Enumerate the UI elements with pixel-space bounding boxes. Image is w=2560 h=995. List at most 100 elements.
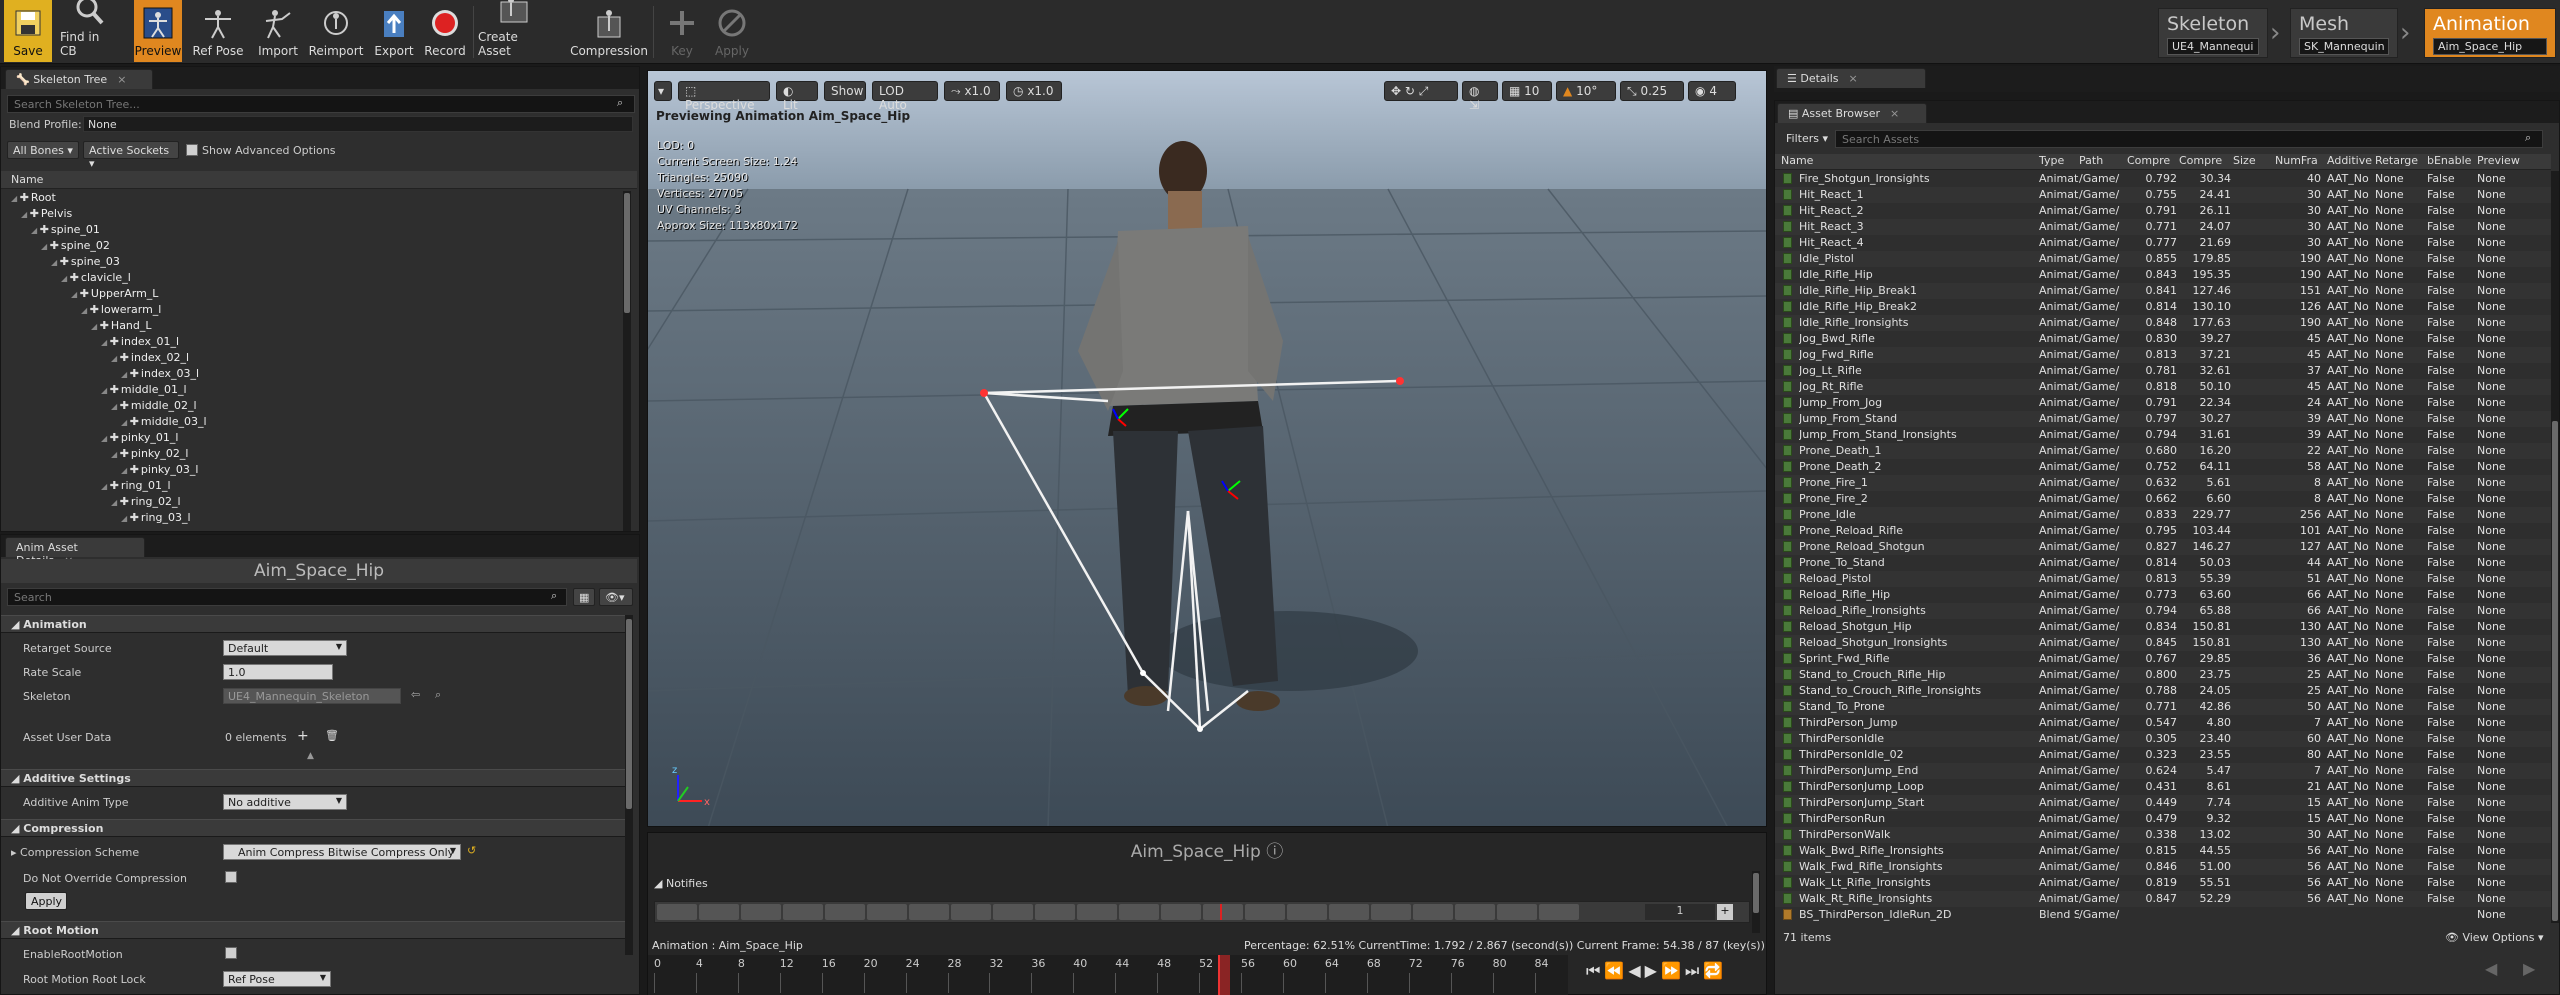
asset-row[interactable]: Hit_React_1 Animat/Game/0.755 24.41 30 AAT_N… <box>1775 187 2551 203</box>
notify-cell[interactable] <box>867 904 907 920</box>
notify-cell[interactable] <box>1035 904 1075 920</box>
mode-animation[interactable]: Animation Aim_Space_Hip <box>2424 8 2556 58</box>
bone-item[interactable]: ◢ ✚ pinky_02_l <box>111 447 188 460</box>
asset-row[interactable]: Prone_Death_2 Animat/Game/0.752 64.11 58 AAT… <box>1775 459 2551 475</box>
asset-row[interactable]: Hit_React_4 Animat/Game/0.777 21.69 30 AAT_N… <box>1775 235 2551 251</box>
expand-arrow-icon[interactable]: ◢ <box>91 322 100 331</box>
details-search-input[interactable]: Search <box>7 588 567 606</box>
retarget-source-dropdown[interactable]: Default <box>223 640 347 656</box>
skeleton-asset-picker[interactable]: UE4_Mannequi <box>2167 38 2259 55</box>
bone-item[interactable]: ◢ ✚ ring_03_l <box>121 511 191 524</box>
expand-arrow-icon[interactable]: ◢ <box>101 386 110 395</box>
asset-row[interactable]: Prone_Fire_2 Animat/Game/0.662 6.60 8 AAT_No… <box>1775 491 2551 507</box>
play-reverse-icon[interactable]: ◀ <box>1628 961 1644 980</box>
bone-item[interactable]: ◢ ✚ clavicle_l <box>61 271 131 284</box>
notify-cell[interactable] <box>1119 904 1159 920</box>
asset-row[interactable]: Walk_Lt_Rifle_Ironsights Animat/Game/0.81… <box>1775 875 2551 891</box>
expand-arrow-icon[interactable]: ◢ <box>121 466 130 475</box>
camera-speed-button[interactable]: ◉ 4 <box>1688 81 1736 101</box>
asset-row[interactable]: Reload_Shotgun_Ironsights Animat/Game/0.8… <box>1775 635 2551 651</box>
asset-row[interactable]: Walk_Rt_Rifle_Ironsights Animat/Game/0.84… <box>1775 891 2551 907</box>
rate-scale-input[interactable]: 1.0 <box>223 664 333 680</box>
grid-view-icon[interactable]: ▦ <box>573 588 595 606</box>
asset-row[interactable]: Sprint_Fwd_Rifle Animat/Game/0.767 29.85 36… <box>1775 651 2551 667</box>
no-override-checkbox[interactable] <box>225 871 237 883</box>
history-back-icon[interactable]: ◀ <box>2485 959 2497 978</box>
notify-cell[interactable] <box>1413 904 1453 920</box>
close-icon[interactable]: × <box>1849 72 1858 85</box>
asset-row[interactable]: Hit_React_3 Animat/Game/0.771 24.07 30 AAT_N… <box>1775 219 2551 235</box>
asset-row[interactable]: Jump_From_Stand_Ironsights Animat/Game/0.… <box>1775 427 2551 443</box>
asset-row[interactable]: Jump_From_Stand Animat/Game/0.797 30.27 39 A… <box>1775 411 2551 427</box>
mode-skeleton[interactable]: Skeleton UE4_Mannequi <box>2158 8 2268 58</box>
expand-arrow-icon[interactable]: ▲ <box>307 751 314 761</box>
perspective-button[interactable]: ⬚ Perspective <box>678 81 770 112</box>
asset-row[interactable]: Hit_React_2 Animat/Game/0.791 26.11 30 AAT_N… <box>1775 203 2551 219</box>
notify-cell[interactable] <box>1539 904 1579 920</box>
eye-icon[interactable]: 👁▾ <box>599 588 633 606</box>
asset-row[interactable]: Prone_Idle Animat/Game/0.833 229.77 256 AAT_… <box>1775 507 2551 523</box>
expand-arrow-icon[interactable]: ◢ <box>121 370 130 379</box>
trash-icon[interactable]: 🗑 <box>325 729 339 742</box>
bone-item[interactable]: ◢ ✚ index_03_l <box>121 367 199 380</box>
bone-item[interactable]: ◢ ✚ middle_03_l <box>121 415 207 428</box>
find-in-cb-button[interactable]: Find in CB <box>60 0 118 62</box>
asset-row[interactable]: Reload_Pistol Animat/Game/0.813 55.39 51 AAT… <box>1775 571 2551 587</box>
skeleton-picker[interactable]: UE4_Mannequin_Skeleton <box>223 688 401 704</box>
notify-cell[interactable] <box>951 904 991 920</box>
enable-root-motion-checkbox[interactable] <box>225 947 237 959</box>
asset-row[interactable]: BS_ThirdPerson_IdleRun_2D Blend S/Game/No… <box>1775 907 2551 923</box>
expand-arrow-icon[interactable]: ◢ <box>111 450 120 459</box>
asset-row[interactable]: Idle_Rifle_Hip_Break1 Animat/Game/0.841 12… <box>1775 283 2551 299</box>
section-additive-settings[interactable]: ◢ Additive Settings <box>1 769 627 787</box>
all-bones-dropdown[interactable]: All Bones ▾ <box>7 141 79 159</box>
skeleton-search-input[interactable]: Search Skeleton Tree... <box>7 95 635 113</box>
timeline-scrubber[interactable]: 0 4 8 12 16 20 24 28 32 36 40 44 48 52 56 60 64 68 72 76 80 8… <box>648 955 1568 995</box>
bone-item[interactable]: ◢ ✚ UpperArm_L <box>71 287 158 300</box>
animation-asset-picker[interactable]: Aim_Space_Hip <box>2433 38 2547 55</box>
expand-arrow-icon[interactable]: ◢ <box>61 274 70 283</box>
import-button[interactable]: Import <box>256 0 300 62</box>
save-button[interactable]: Save <box>4 0 52 62</box>
notify-track[interactable]: 1 + <box>654 901 1750 923</box>
asset-row[interactable]: Stand_to_Crouch_Rifle_Ironsights Animat/G… <box>1775 683 2551 699</box>
expand-arrow-icon[interactable]: ◢ <box>111 498 120 507</box>
column-name-header[interactable]: Name <box>1 171 637 189</box>
column-header[interactable]: Preview <box>2477 154 2520 170</box>
lit-button[interactable]: ◐ Lit <box>776 81 818 112</box>
section-animation[interactable]: ◢ Animation <box>1 615 627 633</box>
search-icon[interactable]: ⌕ <box>435 688 441 702</box>
expand-arrow-icon[interactable]: ◢ <box>11 194 20 203</box>
bone-item[interactable]: ◢ ✚ spine_03 <box>51 255 120 268</box>
asset-search-input[interactable]: Search Assets <box>1835 130 2543 148</box>
asset-row[interactable]: Reload_Rifle_Ironsights Animat/Game/0.794… <box>1775 603 2551 619</box>
compression-button[interactable]: Compression <box>570 0 648 62</box>
mode-mesh[interactable]: Mesh SK_Mannequin <box>2290 8 2398 58</box>
asset-row[interactable]: ThirdPersonJump_End Animat/Game/0.624 5.47… <box>1775 763 2551 779</box>
expand-arrow-icon[interactable]: ◢ <box>121 418 130 427</box>
step-back-icon[interactable]: ⏪ <box>1604 961 1628 980</box>
notify-cell[interactable] <box>1497 904 1537 920</box>
column-header[interactable]: Type <box>2039 154 2064 170</box>
asset-row[interactable]: Jog_Lt_Rifle Animat/Game/0.781 32.61 37 AAT_… <box>1775 363 2551 379</box>
notify-cell[interactable] <box>993 904 1033 920</box>
asset-row[interactable]: ThirdPerson_Jump Animat/Game/0.547 4.80 7 AA… <box>1775 715 2551 731</box>
ref-pose-button[interactable]: Ref Pose <box>190 0 246 62</box>
notify-cell[interactable] <box>741 904 781 920</box>
asset-row[interactable]: Jog_Bwd_Rifle Animat/Game/0.830 39.27 45 AAT… <box>1775 331 2551 347</box>
asset-row[interactable]: Prone_Reload_Rifle Animat/Game/0.795 103.4… <box>1775 523 2551 539</box>
bone-item[interactable]: ◢ ✚ lowerarm_l <box>81 303 161 316</box>
tab-asset-browser[interactable]: ▤ Asset Browser × <box>1777 103 1927 123</box>
asset-row[interactable]: Prone_Fire_1 Animat/Game/0.632 5.61 8 AAT_No… <box>1775 475 2551 491</box>
notify-cell[interactable] <box>1077 904 1117 920</box>
bone-item[interactable]: ◢ ✚ ring_01_l <box>101 479 171 492</box>
bone-item[interactable]: ◢ ✚ ring_02_l <box>111 495 181 508</box>
close-icon[interactable]: × <box>117 73 126 86</box>
column-header[interactable]: NumFra <box>2275 154 2318 170</box>
notifies-header[interactable]: ◢ Notifies <box>654 877 708 890</box>
show-button[interactable]: Show <box>824 81 866 101</box>
root-lock-dropdown[interactable]: Ref Pose <box>223 971 331 987</box>
expand-arrow-icon[interactable]: ◢ <box>41 242 50 251</box>
show-advanced-checkbox[interactable] <box>186 144 198 156</box>
column-header[interactable]: Path <box>2079 154 2103 170</box>
